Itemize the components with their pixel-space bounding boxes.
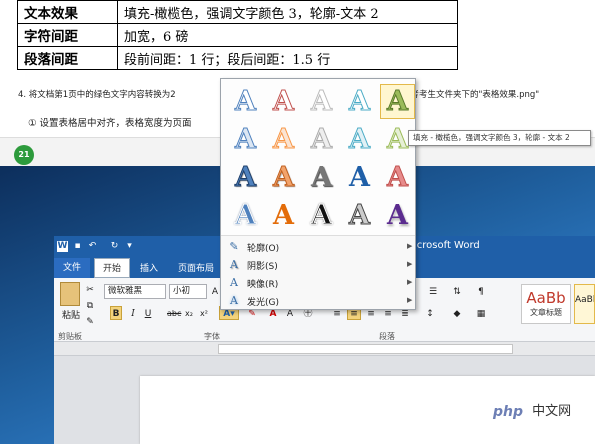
italic-button[interactable]: I: [127, 306, 139, 320]
text-effect-style-r4c5[interactable]: A: [381, 199, 414, 232]
text-effect-style-r2c4[interactable]: A: [343, 123, 376, 156]
submenu-arrow-icon: ▶: [407, 260, 413, 268]
save-icon[interactable]: ▪: [72, 241, 83, 252]
table-key: 段落间距: [17, 46, 118, 70]
undo-icon[interactable]: ↶: [87, 241, 98, 252]
borders-icon[interactable]: ▦: [474, 306, 488, 320]
window-title: icrosoft Word: [414, 240, 480, 251]
php-logo: php: [488, 400, 528, 423]
text-effect-style-r2c3[interactable]: A: [305, 123, 338, 156]
ruler-track: [218, 344, 513, 354]
underline-button[interactable]: U: [142, 306, 154, 320]
show-marks-icon[interactable]: ¶: [474, 284, 488, 298]
text-effect-style-r3c1[interactable]: A: [229, 161, 262, 194]
text-effect-style-r1c1[interactable]: A: [229, 85, 262, 118]
format-painter-icon[interactable]: ✎: [84, 314, 96, 328]
text-effect-style-r4c1[interactable]: A: [229, 199, 262, 232]
tab-home[interactable]: 开始: [94, 258, 130, 278]
page-number-badge[interactable]: 21: [14, 145, 34, 165]
menu-item-outline[interactable]: ✎ 轮廓(O) ▶: [221, 238, 415, 256]
watermark: php 中文网: [488, 400, 571, 423]
menu-item-shadow[interactable]: A 阴影(S) ▶: [221, 256, 415, 274]
text-effect-style-r4c4[interactable]: A: [343, 199, 376, 232]
table-row: 字符间距 加宽，6 磅: [17, 23, 458, 47]
table-value: 填充-橄榄色，强调文字颜色 3，轮廓-文本 2: [117, 0, 458, 24]
shadow-icon: A: [230, 258, 238, 271]
text-effect-style-r3c2[interactable]: A: [267, 161, 300, 194]
instruction-step: ① 设置表格居中对齐，表格宽度为页面: [28, 118, 192, 129]
outline-icon: ✎: [229, 240, 239, 253]
font-size-select[interactable]: 小初: [169, 284, 207, 299]
style-label: 文章标题: [530, 308, 562, 317]
tab-file[interactable]: 文件: [54, 258, 90, 278]
style-next[interactable]: AaBb: [574, 284, 595, 324]
style-preview: AaBb: [526, 289, 566, 307]
paragraph-group-label: 段落: [379, 332, 395, 341]
bold-button[interactable]: B: [110, 306, 122, 320]
text-effects-gallery: AAAAAAAAAAAAAAAAAAAA ✎ 轮廓(O) ▶ A 阴影(S) ▶…: [220, 78, 416, 310]
menu-label: 映像(R): [247, 280, 279, 290]
customize-icon[interactable]: ▾: [124, 241, 135, 252]
submenu-arrow-icon: ▶: [407, 278, 413, 286]
table-row: 文本效果 填充-橄榄色，强调文字颜色 3，轮廓-文本 2: [17, 0, 458, 24]
style-preview: AaBb: [575, 295, 594, 305]
effects-menu: ✎ 轮廓(O) ▶ A 阴影(S) ▶ A 映像(R) ▶ A 发光(G) ▶: [221, 235, 415, 309]
table-row: 段落间距 段前间距：1 行；段后间距：1.5 行: [17, 46, 458, 70]
tooltip: 填充 - 橄榄色，强调文字颜色 3，轮廓 - 文本 2: [408, 130, 591, 146]
reflection-icon: A: [230, 276, 238, 289]
submenu-arrow-icon: ▶: [407, 242, 413, 250]
bullets-icon[interactable]: ☰: [426, 284, 440, 298]
text-effect-style-r1c5[interactable]: A: [380, 84, 415, 119]
tab-insert[interactable]: 插入: [140, 261, 158, 274]
watermark-text: 中文网: [532, 404, 572, 419]
format-table: 文本效果 填充-橄榄色，强调文字颜色 3，轮廓-文本 2 字符间距 加宽，6 磅 段…: [17, 0, 458, 70]
sort-icon[interactable]: ⇅: [449, 284, 465, 298]
table-value: 段前间距：1 行；段后间距：1.5 行: [117, 46, 458, 70]
cut-icon[interactable]: ✂: [84, 282, 96, 296]
strikethrough-icon[interactable]: abc: [166, 306, 181, 320]
text-effect-style-r2c2[interactable]: A: [267, 123, 300, 156]
font-name-select[interactable]: 微软雅黑: [104, 284, 166, 299]
instruction-text: 4. 将文档第1页中的绿色文字内容转换为2: [18, 90, 176, 100]
redo-icon[interactable]: ↻: [109, 241, 120, 252]
table-value: 加宽，6 磅: [117, 23, 458, 47]
glow-icon: A: [230, 294, 238, 307]
menu-item-glow[interactable]: A 发光(G) ▶: [221, 292, 415, 310]
style-article-title[interactable]: AaBb 文章标题: [521, 284, 571, 324]
text-effect-style-r1c2[interactable]: A: [267, 85, 300, 118]
menu-label: 轮廓(O): [247, 244, 280, 254]
text-effect-style-r3c3[interactable]: A: [305, 161, 338, 194]
clipboard-group-label: 剪贴板: [58, 332, 82, 341]
text-effect-style-r2c1[interactable]: A: [229, 123, 262, 156]
table-key: 字符间距: [17, 23, 118, 47]
line-spacing-icon[interactable]: ↕: [422, 306, 438, 320]
text-effect-style-r4c2[interactable]: A: [267, 199, 300, 232]
text-effect-style-r4c3[interactable]: A: [305, 199, 338, 232]
text-effect-style-r1c4[interactable]: A: [343, 85, 376, 118]
text-effect-style-r1c3[interactable]: A: [305, 85, 338, 118]
superscript-icon[interactable]: x²: [199, 306, 209, 320]
paste-label: 粘贴: [62, 311, 81, 321]
paste-icon[interactable]: [60, 282, 80, 306]
shading-icon[interactable]: ◆: [449, 306, 465, 320]
menu-label: 阴影(S): [247, 262, 278, 272]
copy-icon[interactable]: ⧉: [84, 298, 96, 312]
tab-page-layout[interactable]: 页面布局: [178, 261, 214, 274]
instruction-text-right: 参考考生文件夹下的"表格效果.png": [402, 90, 540, 100]
grow-font-icon[interactable]: A: [210, 284, 220, 298]
table-key: 文本效果: [17, 0, 118, 24]
subscript-icon[interactable]: x₂: [184, 306, 194, 320]
menu-label: 发光(G): [247, 298, 279, 308]
word-logo-icon: W: [57, 241, 68, 252]
font-group-label: 字体: [204, 332, 220, 341]
text-effect-style-r3c4[interactable]: A: [343, 161, 376, 194]
submenu-arrow-icon: ▶: [407, 296, 413, 304]
menu-item-reflection[interactable]: A 映像(R) ▶: [221, 274, 415, 292]
ruler[interactable]: [54, 342, 595, 356]
text-effect-style-r3c5[interactable]: A: [381, 161, 414, 194]
